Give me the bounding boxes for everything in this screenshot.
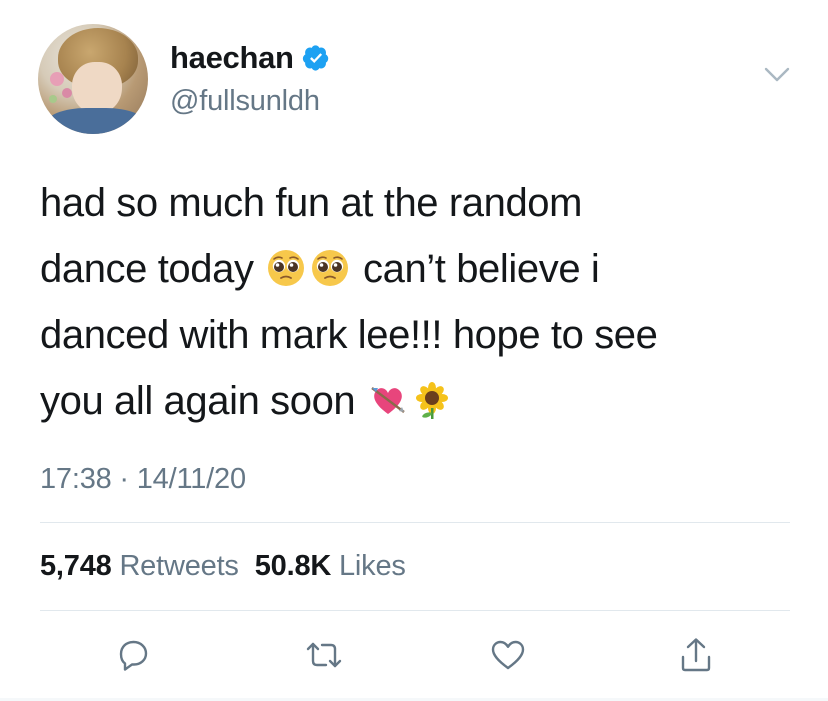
chevron-down-icon[interactable] bbox=[764, 66, 790, 84]
likes-label: Likes bbox=[338, 550, 406, 582]
tweet-card: haechan @fullsunldh had so much fun at t… bbox=[0, 0, 828, 701]
retweet-button[interactable] bbox=[304, 635, 344, 675]
retweets-count: 5,748 bbox=[40, 550, 112, 582]
user-handle[interactable]: @fullsunldh bbox=[170, 85, 320, 118]
avatar[interactable] bbox=[38, 24, 148, 134]
pleading-face-emoji-icon bbox=[310, 242, 350, 286]
display-name[interactable]: haechan bbox=[170, 40, 294, 76]
divider bbox=[40, 610, 790, 611]
tweet-line-2: dance today can’t believe i bbox=[40, 236, 800, 302]
avatar-flower bbox=[50, 72, 64, 86]
tweet-line-3: danced with mark lee!!! hope to see bbox=[40, 313, 658, 357]
retweets-label: Retweets bbox=[119, 550, 239, 582]
pleading-face-emoji-icon bbox=[266, 242, 306, 286]
reply-button[interactable] bbox=[113, 635, 153, 675]
tweet-line-1: had so much fun at the random bbox=[40, 181, 583, 225]
tweet-text: had so much fun at the random dance toda… bbox=[40, 170, 800, 434]
tweet-line-2-start: dance today bbox=[40, 247, 254, 291]
sunflower-emoji-icon bbox=[412, 374, 452, 419]
heart-with-arrow-emoji-icon bbox=[368, 374, 408, 414]
tweet-line-2-end: can’t believe i bbox=[363, 247, 600, 291]
tweet-timestamp[interactable]: 17:38 · 14/11/20 bbox=[40, 463, 246, 496]
avatar-shirt bbox=[46, 108, 146, 134]
reply-icon bbox=[119, 640, 148, 671]
tweet-line-4: you all again soon bbox=[40, 368, 800, 434]
verified-badge-icon bbox=[302, 44, 330, 72]
share-button[interactable] bbox=[676, 635, 716, 675]
retweets-stat[interactable]: 5,748 Retweets bbox=[40, 550, 239, 582]
name-row[interactable]: haechan bbox=[170, 40, 330, 76]
tweet-line-4-text: you all again soon bbox=[40, 379, 356, 423]
engagement-stats: 5,748 Retweets 50.8K Likes bbox=[40, 550, 406, 583]
likes-stat[interactable]: 50.8K Likes bbox=[255, 550, 406, 582]
divider bbox=[40, 522, 790, 523]
avatar-face bbox=[72, 62, 122, 114]
like-button[interactable] bbox=[488, 635, 528, 675]
retweet-icon bbox=[306, 642, 342, 668]
like-icon bbox=[491, 640, 525, 670]
share-icon bbox=[681, 638, 711, 672]
likes-count: 50.8K bbox=[254, 550, 332, 582]
